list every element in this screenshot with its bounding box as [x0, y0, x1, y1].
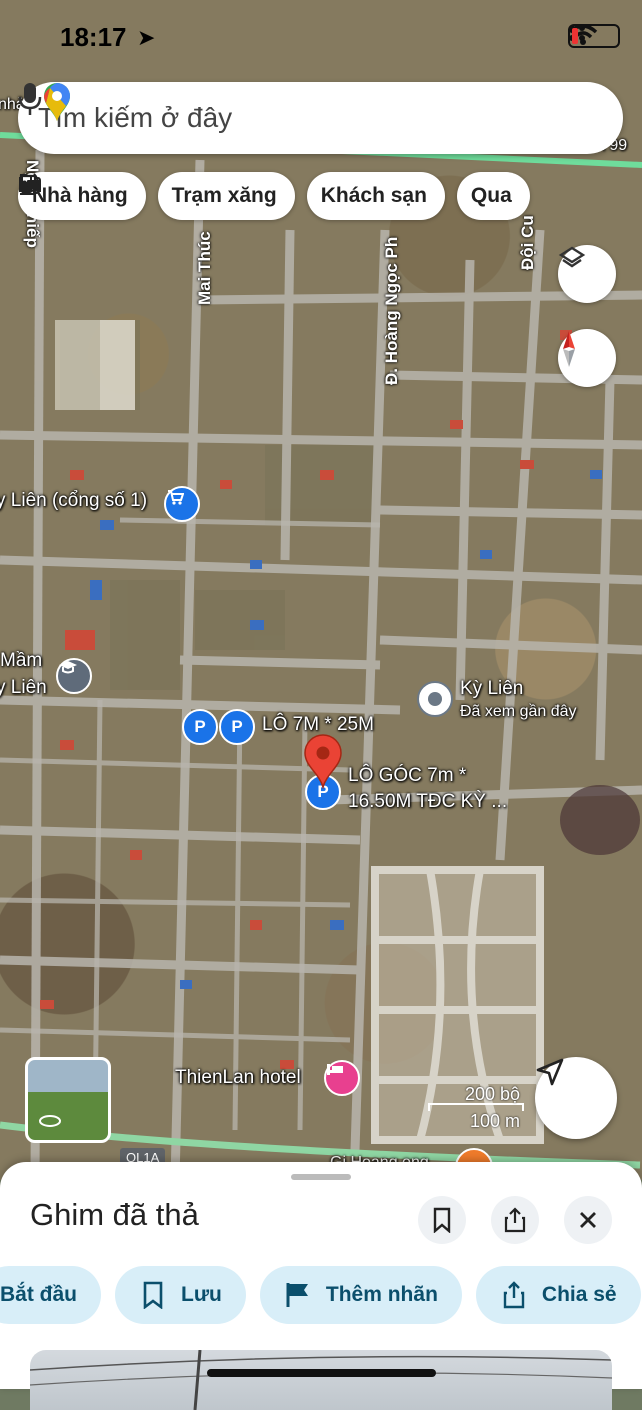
- flag-icon: [286, 1283, 308, 1307]
- shopping-cart-icon[interactable]: [164, 486, 200, 522]
- place-label[interactable]: Kỳ Liên: [460, 678, 523, 700]
- hotel-icon[interactable]: [324, 1060, 360, 1096]
- scale-bottom: 100 m: [469, 1111, 520, 1131]
- place-marker-icon[interactable]: [417, 681, 453, 717]
- action-label: Thêm nhãn: [325, 1283, 438, 1306]
- street-label: Đội Cu: [518, 215, 537, 270]
- chip-label: Qua: [470, 184, 512, 207]
- status-time: 18:17: [60, 22, 127, 52]
- navigation-arrow-icon: [536, 1058, 564, 1086]
- category-chips: Nhà hàng Trạm xăng Khách sạn Qua: [18, 172, 530, 220]
- bookmark-icon: [433, 1207, 451, 1233]
- street-label: Đ. Hoàng Ngọc Ph: [382, 236, 401, 385]
- start-button[interactable]: Bắt đầu: [0, 1266, 102, 1324]
- share-icon: [504, 1207, 526, 1233]
- share-button[interactable]: Chia sẻ: [475, 1266, 641, 1324]
- add-label-button[interactable]: Thêm nhãn: [259, 1266, 462, 1324]
- battery-icon: [568, 24, 620, 48]
- map-scale: 200 bộ 100 m: [428, 1084, 524, 1132]
- action-label: Lưu: [181, 1283, 222, 1306]
- save-icon-button[interactable]: [418, 1196, 466, 1244]
- place-label[interactable]: ThienLan hotel: [175, 1067, 301, 1089]
- maps-logo-icon: [44, 83, 70, 121]
- chip-coffee[interactable]: Qua: [19, 172, 530, 220]
- action-buttons: Bắt đầu Lưu Thêm nhãn Chia sẻ: [0, 1266, 641, 1324]
- microphone-icon[interactable]: [18, 82, 42, 116]
- close-icon: [580, 1212, 596, 1228]
- home-indicator[interactable]: [207, 1369, 436, 1377]
- close-button[interactable]: [564, 1196, 612, 1244]
- sheet-handle[interactable]: [291, 1174, 351, 1180]
- street-label: Mai Thúc: [195, 231, 214, 305]
- place-label[interactable]: LÔ GÓC 7m *: [348, 765, 466, 787]
- location-arrow-icon: ➤: [137, 25, 156, 50]
- search-bar[interactable]: Tìm kiếm ở đây: [18, 82, 623, 154]
- dropped-pin-icon[interactable]: [302, 733, 344, 789]
- place-sheet[interactable]: Ghim đã thả Bắt đầu Lưu Thêm nhãn Chia s…: [0, 1162, 642, 1410]
- photo-wires: [30, 1350, 612, 1410]
- action-label: Bắt đầu: [0, 1283, 78, 1306]
- parking-icon[interactable]: P: [182, 709, 218, 745]
- place-label[interactable]: y Liên: [0, 677, 47, 699]
- chip-label: Nhà hàng: [32, 184, 128, 207]
- layers-button[interactable]: [558, 245, 616, 303]
- rotate-360-icon: [39, 1115, 61, 1127]
- chip-gas-station[interactable]: Trạm xăng: [21, 172, 295, 220]
- parking-icon[interactable]: P: [219, 709, 255, 745]
- search-input[interactable]: Tìm kiếm ở đây: [38, 102, 623, 134]
- coffee-icon: [19, 174, 42, 195]
- chip-label: Trạm xăng: [171, 184, 277, 207]
- map-view[interactable]: 18:17 ➤ nhả n 99 Ng n Thiếp Mai Thúc Đ. …: [0, 0, 642, 1180]
- scale-top: 200 bộ: [464, 1084, 520, 1104]
- place-label[interactable]: 16.50M TĐC KỲ ...: [348, 791, 507, 813]
- compass-icon: [563, 331, 575, 367]
- sheet-title: Ghim đã thả: [30, 1197, 199, 1232]
- share-icon-button[interactable]: [491, 1196, 539, 1244]
- place-label[interactable]: Mầm: [0, 650, 42, 672]
- action-label: Chia sẻ: [541, 1283, 617, 1306]
- chip-label: Khách sạn: [320, 184, 427, 207]
- street-view-thumbnail[interactable]: [25, 1057, 111, 1143]
- save-button[interactable]: Lưu: [115, 1266, 246, 1324]
- status-icons: [568, 24, 620, 48]
- layers-icon: [558, 246, 586, 268]
- share-icon: [503, 1281, 525, 1309]
- school-icon[interactable]: [56, 658, 92, 694]
- place-label[interactable]: y Liên (cổng số 1): [0, 490, 147, 512]
- chip-hotel[interactable]: Khách sạn: [19, 172, 445, 220]
- bookmark-icon: [143, 1281, 163, 1309]
- place-sub-label: Đã xem gần đây: [460, 703, 577, 720]
- place-photo-preview[interactable]: [30, 1350, 612, 1410]
- compass-button[interactable]: [558, 329, 616, 387]
- my-location-button[interactable]: [535, 1057, 617, 1139]
